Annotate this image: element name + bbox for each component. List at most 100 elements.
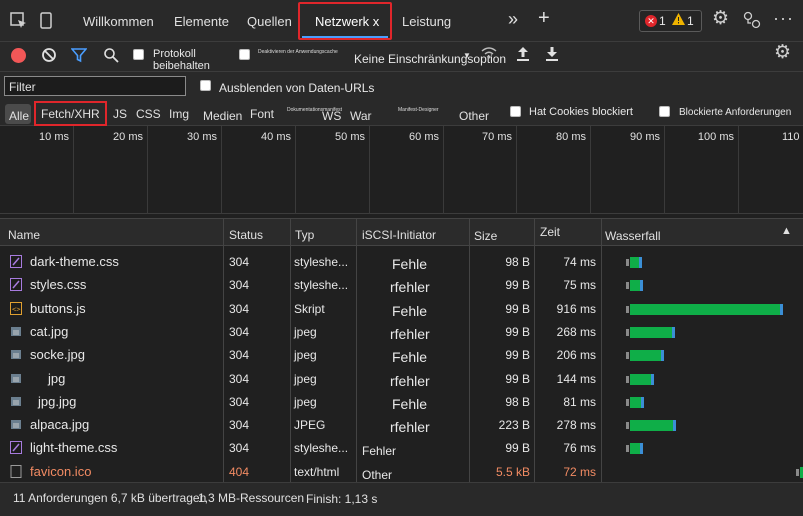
image-file-icon xyxy=(10,395,22,408)
request-name[interactable]: favicon.ico xyxy=(30,464,91,479)
filter-css[interactable]: CSS xyxy=(136,107,161,121)
request-initiator[interactable]: Fehle xyxy=(392,349,427,365)
request-size: 98 B xyxy=(505,395,530,409)
request-initiator[interactable]: rfehler xyxy=(390,326,430,342)
device-emulation-icon[interactable] xyxy=(40,12,54,34)
more-tabs-icon[interactable]: » xyxy=(508,9,518,30)
waterfall-bar[interactable] xyxy=(630,420,676,431)
filter-other[interactable]: Other xyxy=(459,109,489,123)
table-row[interactable]: favicon.ico 404 text/html Other 5.5 kB 72 ms xyxy=(0,460,803,483)
table-row[interactable]: cat.jpg 304 jpeg rfehler 99 B 268 ms xyxy=(0,320,803,343)
chevron-down-icon[interactable]: ▼ xyxy=(463,51,471,60)
request-initiator[interactable]: rfehler xyxy=(390,419,430,435)
column-header-status[interactable]: Status xyxy=(229,228,263,242)
filter-font[interactable]: Font xyxy=(250,107,274,121)
table-row[interactable]: jpg 304 jpeg rfehler 99 B 144 ms xyxy=(0,367,803,390)
request-type: text/html xyxy=(294,465,340,479)
settings-gear-icon[interactable]: ⚙ xyxy=(712,9,729,28)
request-initiator[interactable]: rfehler xyxy=(390,279,430,295)
timeline-tick-label: 60 ms xyxy=(409,131,439,143)
filter-fetch-xhr[interactable]: Fetch/XHR xyxy=(41,107,100,121)
waterfall-wait-bar xyxy=(626,422,629,429)
import-har-icon[interactable] xyxy=(516,46,530,65)
filter-all-label[interactable]: Alle xyxy=(9,109,29,123)
inspect-element-icon[interactable] xyxy=(10,12,28,34)
table-row[interactable]: jpg.jpg 304 jpeg Fehle 98 B 81 ms xyxy=(0,390,803,413)
hide-data-urls-checkbox[interactable] xyxy=(200,80,211,91)
waterfall-bar[interactable] xyxy=(630,257,642,268)
request-initiator[interactable]: Fehle xyxy=(392,396,427,412)
wifi-icon[interactable] xyxy=(480,45,498,64)
request-initiator[interactable]: Fehle xyxy=(392,303,427,319)
waterfall-bar[interactable] xyxy=(630,327,675,338)
request-name[interactable]: jpg xyxy=(48,371,65,386)
request-name[interactable]: buttons.js xyxy=(30,301,86,316)
waterfall-wait-bar xyxy=(626,259,629,266)
filter-img[interactable]: Img xyxy=(169,107,189,121)
waterfall-bar[interactable] xyxy=(630,280,643,291)
filter-icon[interactable] xyxy=(70,47,88,66)
request-initiator[interactable]: Fehle xyxy=(392,256,427,272)
column-header-size[interactable]: Size xyxy=(474,229,497,243)
column-header-type[interactable]: Typ xyxy=(295,228,314,242)
blocked-requests-checkbox[interactable] xyxy=(659,106,670,117)
waterfall-bar[interactable] xyxy=(630,350,664,361)
connection-icon[interactable] xyxy=(743,11,761,33)
request-size: 223 B xyxy=(498,418,530,432)
finish-time: Finish: 1,13 s xyxy=(306,492,378,506)
blocked-cookies-checkbox[interactable] xyxy=(510,106,521,117)
preserve-log-checkbox[interactable] xyxy=(133,49,144,60)
request-name[interactable]: socke.jpg xyxy=(30,347,85,362)
request-size: 99 B xyxy=(505,441,530,455)
request-type: Skript xyxy=(294,302,325,316)
request-name[interactable]: light-theme.css xyxy=(30,440,117,455)
search-icon[interactable] xyxy=(103,47,119,66)
request-initiator[interactable]: Other xyxy=(362,468,392,482)
table-row[interactable]: dark-theme.css 304 styleshe... Fehle 98 B 74 … xyxy=(0,250,803,273)
disable-cache-label: Deaktivieren der Anwendungscache xyxy=(258,49,338,55)
table-row[interactable]: <> buttons.js 304 Skript Fehle 99 B 916 ms xyxy=(0,297,803,320)
filter-input[interactable]: Filter xyxy=(4,76,186,96)
request-name[interactable]: jpg.jpg xyxy=(38,394,76,409)
column-header-initiator[interactable]: iSCSI-Initiator xyxy=(362,228,436,242)
sort-ascending-icon[interactable]: ▲ xyxy=(781,225,792,237)
table-row[interactable]: light-theme.css 304 styleshe... Fehler 99 B 7… xyxy=(0,436,803,459)
table-row[interactable]: styles.css 304 styleshe... rfehler 99 B 75 ms xyxy=(0,273,803,296)
request-initiator[interactable]: rfehler xyxy=(390,373,430,389)
filter-media[interactable]: Medien xyxy=(203,109,242,123)
table-row[interactable]: socke.jpg 304 jpeg Fehle 99 B 206 ms xyxy=(0,343,803,366)
network-settings-gear-icon[interactable]: ⚙ xyxy=(774,43,791,62)
waterfall-bar[interactable] xyxy=(630,374,654,385)
disable-cache-checkbox[interactable] xyxy=(239,49,250,60)
tab-elements[interactable]: Elemente xyxy=(174,14,229,29)
filter-wasm[interactable]: War xyxy=(350,109,372,123)
filter-ws[interactable]: WS xyxy=(322,109,341,123)
filter-js[interactable]: JS xyxy=(113,107,127,121)
waterfall-bar[interactable] xyxy=(630,443,643,454)
clear-icon[interactable] xyxy=(41,47,57,66)
request-time: 144 ms xyxy=(556,372,596,386)
tab-performance[interactable]: Leistung xyxy=(402,14,451,29)
column-header-name[interactable]: Name xyxy=(8,228,40,242)
record-button[interactable] xyxy=(11,48,26,63)
request-name[interactable]: alpaca.jpg xyxy=(30,417,89,432)
column-header-time[interactable]: Zeit xyxy=(540,225,560,239)
more-options-icon[interactable]: ··· xyxy=(773,9,794,27)
waterfall-bar[interactable] xyxy=(630,397,644,408)
error-count: 1 xyxy=(659,14,666,28)
request-name[interactable]: dark-theme.css xyxy=(30,254,119,269)
resources-summary: 1,3 MB-Ressourcen xyxy=(198,491,305,505)
request-name[interactable]: styles.css xyxy=(30,277,86,292)
export-har-icon[interactable] xyxy=(545,46,559,65)
filter-manifest[interactable]: Manifest-Designer xyxy=(398,107,439,113)
request-initiator[interactable]: Fehler xyxy=(362,444,396,458)
request-name[interactable]: cat.jpg xyxy=(30,324,68,339)
column-header-waterfall[interactable]: Wasserfall xyxy=(605,229,661,243)
add-tab-icon[interactable]: + xyxy=(538,7,550,30)
tab-welcome[interactable]: Willkommen xyxy=(83,14,154,29)
waterfall-bar[interactable] xyxy=(630,304,783,315)
tab-sources[interactable]: Quellen xyxy=(247,14,292,29)
table-row[interactable]: alpaca.jpg 304 JPEG rfehler 223 B 278 ms xyxy=(0,413,803,436)
tab-network[interactable]: Netzwerk x xyxy=(315,14,379,29)
image-file-icon xyxy=(10,348,22,361)
